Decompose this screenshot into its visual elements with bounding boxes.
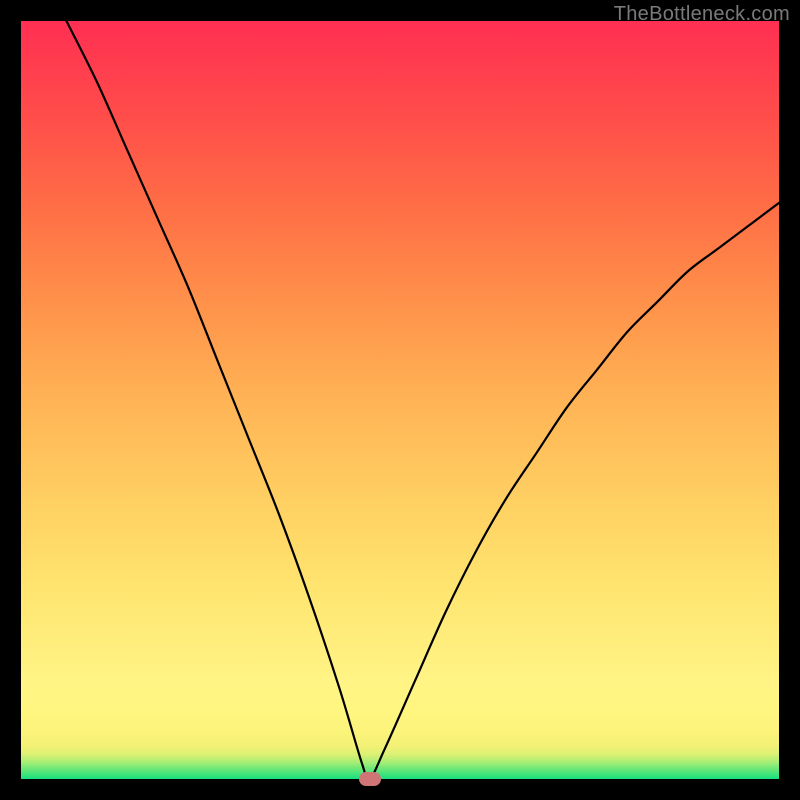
optimal-marker	[359, 772, 381, 786]
chart-frame: TheBottleneck.com	[0, 0, 800, 800]
watermark-text: TheBottleneck.com	[614, 3, 790, 26]
plot-area	[21, 21, 779, 779]
bottleneck-curve	[21, 21, 779, 779]
